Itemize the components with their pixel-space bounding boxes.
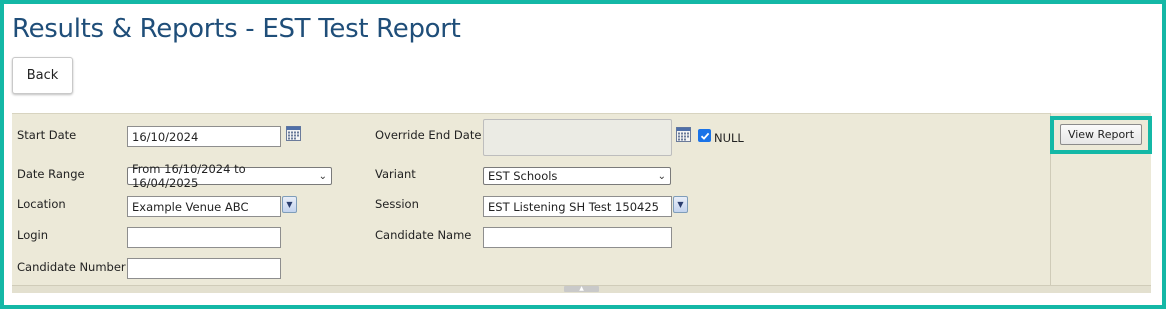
date-range-select[interactable]: From 16/10/2024 to 16/04/2025 ⌄: [127, 162, 332, 190]
candidate-number-input[interactable]: [127, 258, 281, 279]
view-report-button[interactable]: View Report: [1060, 124, 1142, 145]
candidate-name-label: Candidate Name: [375, 228, 472, 242]
login-input[interactable]: [127, 227, 281, 248]
override-end-date-input[interactable]: [483, 119, 672, 156]
checkmark-icon: [700, 132, 709, 140]
calendar-icon[interactable]: [286, 126, 301, 141]
location-label: Location: [17, 197, 66, 211]
login-label: Login: [17, 228, 49, 242]
session-input[interactable]: EST Listening SH Test 150425: [483, 196, 672, 217]
null-label: NULL: [714, 131, 744, 145]
calendar-icon[interactable]: [676, 127, 691, 142]
variant-value: EST Schools: [488, 169, 558, 183]
start-date-label: Start Date: [17, 128, 77, 142]
location-input[interactable]: Example Venue ABC: [127, 196, 281, 217]
variant-label: Variant: [375, 167, 416, 181]
candidate-number-label: Candidate Number: [17, 260, 126, 274]
date-range-label: Date Range: [17, 167, 85, 181]
page-title: Results & Reports - EST Test Report: [12, 14, 461, 44]
chevron-down-icon: ⌄: [657, 170, 666, 182]
override-end-date-label: Override End Date: [375, 128, 482, 142]
back-button[interactable]: Back: [12, 57, 73, 94]
date-range-value: From 16/10/2024 to 16/04/2025: [132, 162, 246, 190]
candidate-name-input[interactable]: [483, 227, 672, 248]
session-label: Session: [375, 197, 419, 211]
location-dropdown-arrow-icon[interactable]: ▼: [282, 196, 297, 213]
session-dropdown-arrow-icon[interactable]: ▼: [673, 196, 688, 213]
start-date-input[interactable]: 16/10/2024: [127, 126, 281, 147]
collapse-panel-handle[interactable]: ▲: [564, 286, 599, 292]
chevron-down-icon: ⌄: [318, 170, 327, 182]
null-checkbox[interactable]: [698, 129, 711, 142]
collapse-arrow-icon: ▲: [579, 285, 584, 292]
variant-select[interactable]: EST Schools ⌄: [483, 167, 671, 185]
